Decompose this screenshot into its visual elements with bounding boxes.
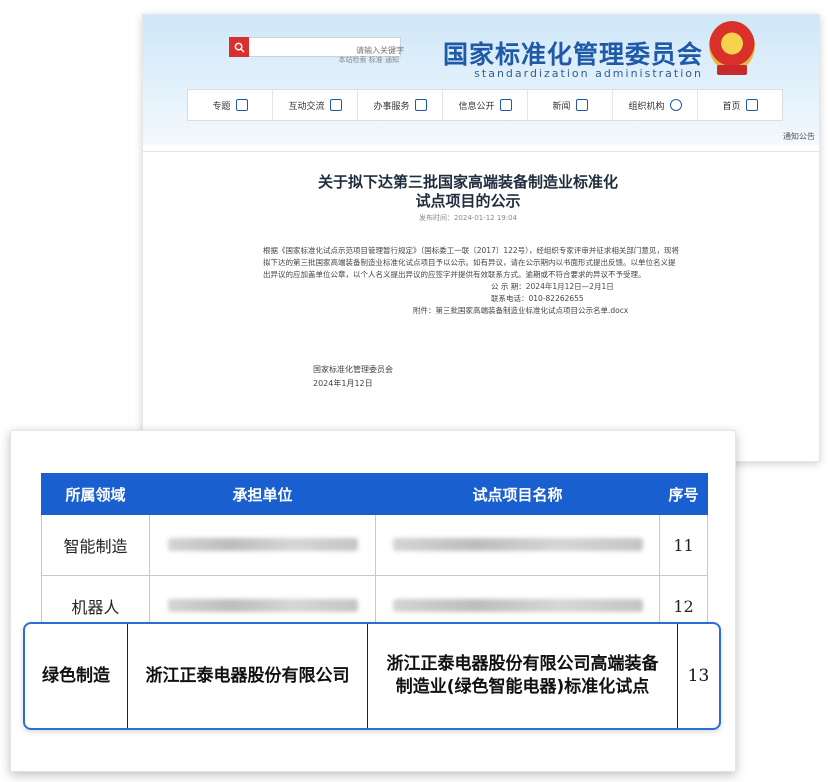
national-emblem-icon (709, 21, 755, 71)
article-paragraph: 根据《国家标准化试点示范项目管理暂行规定》（国标委工一联〔2017〕122号），… (263, 246, 679, 279)
nav-item-home[interactable]: 首页 (697, 90, 782, 120)
article-title-line: 关于拟下达第三批国家高端装备制造业标准化 (317, 173, 618, 191)
nav-label: 首页 (722, 101, 741, 112)
site-org-name: 国家标准化管理委员会 (443, 40, 704, 69)
search-hint: 本站检索 标准 通知 (338, 56, 399, 64)
sign-org: 国家标准化管理委员会 (313, 365, 393, 374)
header-project: 试点项目名称 (375, 473, 660, 515)
cell-unit-blurred (149, 514, 376, 576)
nav-item-news[interactable]: 新闻 (527, 90, 612, 120)
nav-label: 互动交流 (288, 101, 325, 112)
search-icon (234, 42, 245, 53)
hl-project-line: 浙江正泰电器股份有限公司高端装备 (386, 654, 659, 674)
nav-label: 专题 (212, 101, 231, 112)
blurred-text (167, 537, 358, 551)
hl-cell-seq: 13 (677, 624, 719, 728)
sign-date: 2024年1月12日 (313, 379, 373, 388)
signature-block: 国家标准化管理委员会 2024年1月12日 (313, 363, 393, 391)
hl-cell-unit: 浙江正泰电器股份有限公司 (127, 624, 367, 728)
search-box (229, 37, 408, 59)
table-row: 智能制造 11 (41, 514, 708, 576)
nav-item-disclosure[interactable]: 信息公开 (442, 90, 527, 120)
blurred-text (392, 537, 643, 551)
article-date: 发布时间：2024-01-12 19:04 (418, 214, 518, 222)
header-unit: 承担单位 (149, 473, 376, 515)
chat-icon (329, 99, 342, 111)
article-title: 关于拟下达第三批国家高端装备制造业标准化 试点项目的公示 (293, 173, 643, 211)
cell-field: 智能制造 (41, 514, 150, 576)
table-header-row: 所属领域 承担单位 试点项目名称 序号 (41, 473, 708, 515)
highlighted-row-cells: 绿色制造 浙江正泰电器股份有限公司 浙江正泰电器股份有限公司高端装备 制造业(绿… (25, 624, 719, 728)
article-title-line: 试点项目的公示 (415, 192, 521, 210)
breadcrumb-bar (143, 131, 819, 152)
nav-label: 信息公开 (458, 101, 495, 112)
nav-label: 办事服务 (373, 101, 410, 112)
nav-item-service[interactable]: 办事服务 (357, 90, 442, 120)
emblem-ribbon (717, 65, 747, 75)
breadcrumb[interactable]: 通知公告 (783, 131, 815, 142)
project-table: 所属领域 承担单位 试点项目名称 序号 智能制造 11 机器人 12 (41, 473, 708, 637)
nav-label: 新闻 (552, 101, 571, 112)
hl-cell-field: 绿色制造 (42, 665, 110, 686)
org-icon (669, 99, 682, 111)
service-icon (414, 99, 427, 111)
notice-web-page: 国家标准化管理委员会 standardization administratio… (142, 14, 820, 462)
nav-item-organization[interactable]: 组织机构 (612, 90, 697, 120)
blurred-text (392, 598, 643, 612)
header-seq: 序号 (659, 473, 708, 515)
nav-item-interaction[interactable]: 互动交流 (272, 90, 357, 120)
cell-seq: 11 (659, 514, 708, 576)
search-button[interactable] (229, 37, 249, 57)
topic-icon (235, 99, 248, 111)
site-org-name-en: standardization administration (474, 67, 703, 80)
contact-phone: 联系电话：010-82262655 (491, 294, 584, 303)
doc-icon (499, 99, 512, 111)
nav-label: 组织机构 (628, 101, 665, 112)
hl-cell-project: 浙江正泰电器股份有限公司高端装备 制造业(绿色智能电器)标准化试点 (367, 624, 677, 728)
publicity-period: 公 示 期：2024年1月12日—2月1日 (491, 282, 614, 291)
news-icon (575, 99, 588, 111)
hl-project-line: 制造业(绿色智能电器)标准化试点 (395, 677, 650, 697)
blurred-text (167, 598, 358, 612)
article-body: 根据《国家标准化试点示范项目管理暂行规定》（国标委工一联〔2017〕122号），… (263, 245, 679, 317)
main-nav: 专题 互动交流 办事服务 信息公开 新闻 组织机构 首页 (187, 89, 783, 121)
nav-item-topic[interactable]: 专题 (188, 90, 272, 120)
header-field: 所属领域 (41, 473, 150, 515)
highlighted-row: 绿色制造 浙江正泰电器股份有限公司 浙江正泰电器股份有限公司高端装备 制造业(绿… (23, 622, 721, 730)
cell-project-blurred (375, 514, 660, 576)
home-icon (745, 99, 758, 111)
attachment-link[interactable]: 附件：第三批国家高端装备制造业标准化试点项目公示名单.docx (263, 305, 679, 317)
